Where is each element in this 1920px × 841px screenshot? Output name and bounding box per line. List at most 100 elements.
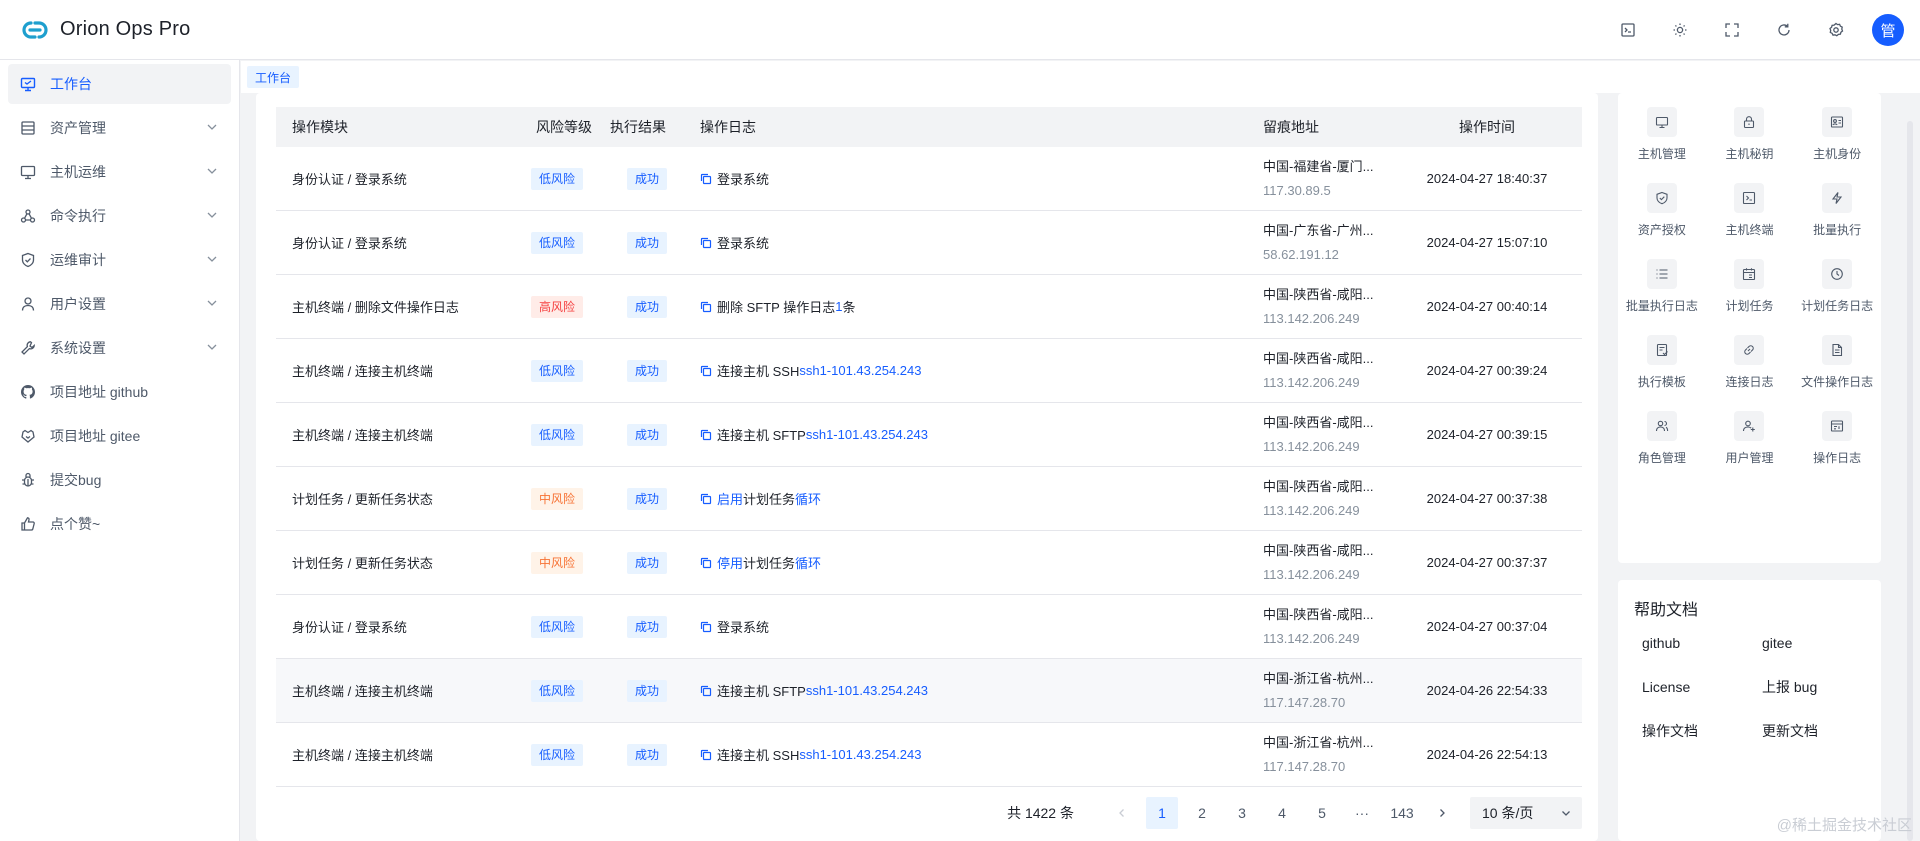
- copy-icon[interactable]: [700, 429, 712, 441]
- cell-log: 登录系统: [692, 617, 1247, 636]
- table-row[interactable]: 主机终端 / 连接主机终端 低风险 成功 连接主机 SSH ssh1-101.43.2…: [276, 339, 1582, 403]
- scrollbar-thumb[interactable]: [1907, 121, 1913, 841]
- sidebar-item-system-settings[interactable]: 系统设置: [8, 328, 231, 368]
- sidebar-item-workbench[interactable]: 工作台: [8, 64, 231, 104]
- sidebar-item-user-settings[interactable]: 用户设置: [8, 284, 231, 324]
- page-button[interactable]: 1: [1146, 797, 1178, 829]
- log-highlight: 启用: [717, 492, 744, 507]
- quick-link-label: 执行模板: [1637, 375, 1686, 389]
- quick-link-item[interactable]: 计划任务: [1706, 259, 1794, 314]
- copy-icon[interactable]: [700, 685, 712, 697]
- page-button[interactable]: 5: [1306, 797, 1338, 829]
- help-link-docs[interactable]: 操作文档: [1642, 720, 1762, 742]
- quick-link-item[interactable]: 连接日志: [1706, 335, 1794, 390]
- page-size-select[interactable]: 10 条/页: [1470, 797, 1582, 829]
- theme-toggle-button[interactable]: [1654, 0, 1706, 60]
- sidebar-item-label: 系统设置: [50, 340, 106, 356]
- quick-link-item[interactable]: 主机管理: [1618, 107, 1706, 162]
- chevron-down-icon: [207, 300, 217, 306]
- quick-link-item[interactable]: 文件操作日志: [1793, 335, 1881, 390]
- copy-icon[interactable]: [700, 557, 712, 569]
- terminal-button[interactable]: [1602, 0, 1654, 60]
- table-row[interactable]: 身份认证 / 登录系统 低风险 成功 登录系统 中国-福建省-厦门... 117.30.8…: [276, 147, 1582, 211]
- sidebar-item-github[interactable]: 项目地址 github: [8, 372, 231, 412]
- cell-ip: 113.142.206.249: [1263, 438, 1360, 454]
- quick-link-item[interactable]: 批量执行: [1793, 183, 1881, 238]
- risk-badge: 低风险: [530, 231, 583, 254]
- sidebar-item-command-exec[interactable]: 命令执行: [8, 196, 231, 236]
- copy-icon[interactable]: [700, 237, 712, 249]
- page-button[interactable]: 2: [1186, 797, 1218, 829]
- cell-address: 中国-陕西省-咸阳...: [1263, 414, 1374, 430]
- shield-icon: [1656, 191, 1668, 205]
- quick-link-item[interactable]: 执行模板: [1618, 335, 1706, 390]
- page-button[interactable]: 4: [1266, 797, 1298, 829]
- quick-link-item[interactable]: 主机身份: [1793, 107, 1881, 162]
- log-highlight: 循环: [795, 492, 822, 507]
- table-row[interactable]: 主机终端 / 删除文件操作日志 高风险 成功 删除 SFTP 操作日志 1 条中国-陕…: [276, 275, 1582, 339]
- page-button[interactable]: 143: [1386, 797, 1418, 829]
- log-highlight: 停用: [717, 556, 744, 571]
- page-ellipsis[interactable]: ···: [1346, 797, 1378, 829]
- table-row[interactable]: 主机终端 / 连接主机终端 低风险 成功 连接主机 SFTP ssh1-101.43.…: [276, 659, 1582, 723]
- sidebar-item-assets[interactable]: 资产管理: [8, 108, 231, 148]
- table-row[interactable]: 计划任务 / 更新任务状态 中风险 成功 停用 计划任务 循环 中国-陕西省-咸阳...…: [276, 531, 1582, 595]
- settings-button[interactable]: [1810, 0, 1862, 60]
- prev-page-button[interactable]: [1106, 797, 1138, 829]
- copy-icon[interactable]: [700, 621, 712, 633]
- chevron-right-icon: [1440, 809, 1445, 817]
- fullscreen-button[interactable]: [1706, 0, 1758, 60]
- sidebar-item-gitee[interactable]: 项目地址 gitee: [8, 416, 231, 456]
- cell-ip: 117.147.28.70: [1263, 694, 1346, 710]
- storage-icon: [21, 121, 35, 135]
- quick-link-item[interactable]: 角色管理: [1618, 411, 1706, 466]
- quick-link-label: 用户管理: [1725, 451, 1774, 465]
- quick-link-label: 主机身份: [1813, 147, 1862, 161]
- help-docs-title: 帮助文档: [1634, 602, 1699, 619]
- copy-icon[interactable]: [700, 173, 712, 185]
- log-text: 计划任务: [743, 556, 796, 571]
- help-link-gitee[interactable]: gitee: [1762, 632, 1872, 654]
- user-avatar[interactable]: 管: [1872, 14, 1904, 46]
- app-logo[interactable]: Orion Ops Pro: [20, 18, 190, 41]
- cell-log: 连接主机 SFTP ssh1-101.43.254.243: [692, 425, 1247, 444]
- copy-icon[interactable]: [700, 493, 712, 505]
- sidebar-item-host-ops[interactable]: 主机运维: [8, 152, 231, 192]
- sidebar-item-submit-bug[interactable]: 提交bug: [8, 460, 231, 500]
- copy-icon[interactable]: [700, 301, 712, 313]
- help-link-license[interactable]: License: [1642, 676, 1762, 698]
- quick-link-item[interactable]: 主机终端: [1706, 183, 1794, 238]
- cell-address: 中国-陕西省-咸阳...: [1263, 350, 1374, 366]
- copy-icon[interactable]: [700, 365, 712, 377]
- refresh-button[interactable]: [1758, 0, 1810, 60]
- page-scrollbar[interactable]: [1904, 93, 1916, 841]
- quick-link-item[interactable]: 用户管理: [1706, 411, 1794, 466]
- help-link-github[interactable]: github: [1642, 632, 1762, 654]
- next-page-button[interactable]: [1426, 797, 1458, 829]
- quick-link-item[interactable]: 批量执行日志: [1618, 259, 1706, 314]
- cell-time: 2024-04-27 00:37:37: [1426, 555, 1548, 570]
- quick-link-item[interactable]: 主机秘钥: [1706, 107, 1794, 162]
- tab-workbench[interactable]: 工作台: [247, 66, 300, 88]
- cell-ip: 113.142.206.249: [1263, 502, 1360, 518]
- table-row[interactable]: 计划任务 / 更新任务状态 中风险 成功 启用 计划任务 循环 中国-陕西省-咸阳...…: [276, 467, 1582, 531]
- help-link-changelog[interactable]: 更新文档: [1762, 720, 1872, 742]
- table-row[interactable]: 身份认证 / 登录系统 低风险 成功 登录系统 中国-广东省-广州... 58.62.19…: [276, 211, 1582, 275]
- page-button[interactable]: 3: [1226, 797, 1258, 829]
- help-link-report-bug[interactable]: 上报 bug: [1762, 676, 1872, 698]
- quick-link-item[interactable]: 计划任务日志: [1793, 259, 1881, 314]
- sun-icon: [1673, 23, 1687, 37]
- page-size-value: 10 条/页: [1482, 805, 1534, 821]
- table-row[interactable]: 主机终端 / 连接主机终端 低风险 成功 连接主机 SSH ssh1-101.43.2…: [276, 723, 1582, 787]
- quick-link-item[interactable]: 资产授权: [1618, 183, 1706, 238]
- quick-link-label: 文件操作日志: [1801, 375, 1874, 389]
- chevron-down-icon: [207, 212, 217, 218]
- copy-icon[interactable]: [700, 749, 712, 761]
- quick-link-item[interactable]: 操作日志: [1793, 411, 1881, 466]
- table-row[interactable]: 主机终端 / 连接主机终端 低风险 成功 连接主机 SFTP ssh1-101.43.…: [276, 403, 1582, 467]
- bug-icon: [22, 472, 34, 487]
- sidebar-item-audit[interactable]: 运维审计: [8, 240, 231, 280]
- cell-module: 身份认证 / 登录系统: [292, 236, 407, 251]
- table-row[interactable]: 身份认证 / 登录系统 低风险 成功 登录系统 中国-陕西省-咸阳... 113.142.…: [276, 595, 1582, 659]
- sidebar-item-like[interactable]: 点个赞~: [8, 504, 231, 544]
